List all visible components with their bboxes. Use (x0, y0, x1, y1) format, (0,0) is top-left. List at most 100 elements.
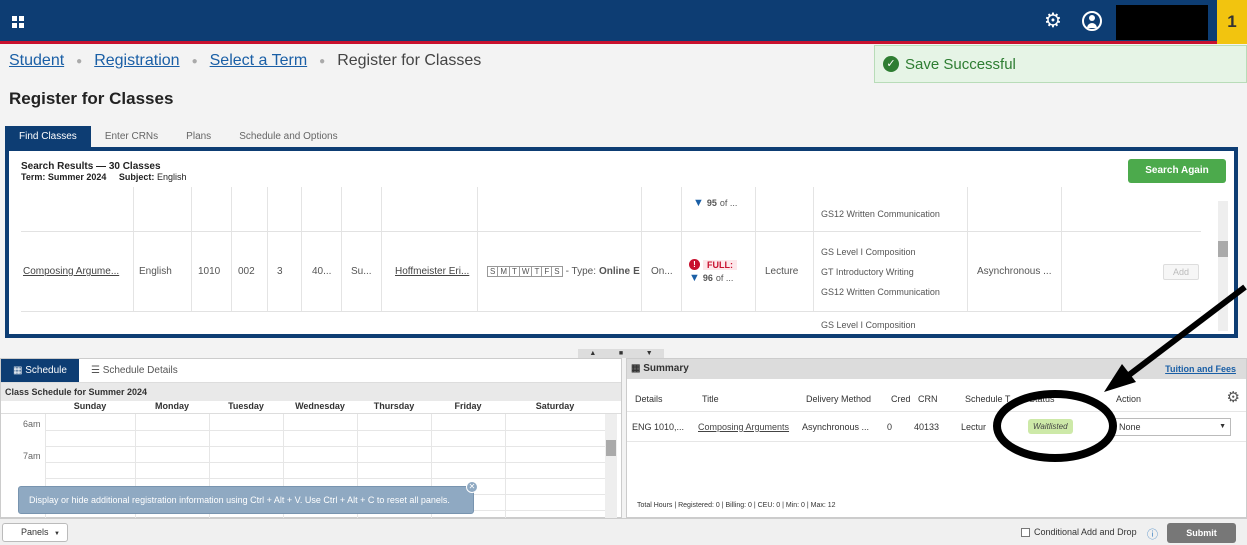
column-header: Title (702, 393, 719, 404)
total-hours: Total Hours | Registered: 0 | Billing: 0… (637, 502, 836, 509)
tooltip-text: Display or hide additional registration … (29, 495, 450, 505)
summary-title: Summary (643, 363, 689, 374)
status-badge: Waitlisted (1028, 419, 1073, 434)
attribute-text: GT Introductory Writing (821, 266, 914, 277)
arrow-up-icon[interactable]: ▲ (589, 350, 596, 357)
table-row: ENG 1010,... Composing Arguments Asynchr… (627, 412, 1246, 442)
close-icon[interactable]: ✕ (466, 481, 478, 493)
info-icon[interactable]: ⓘ (1147, 526, 1158, 542)
breadcrumb-separator: ● (76, 55, 83, 67)
waitlist-icon: ▼ (689, 272, 700, 284)
meeting-days: S M T W T F S (487, 266, 563, 277)
day-header: Thursday (373, 401, 415, 411)
check-circle-icon: ✓ (883, 56, 899, 72)
hours-cell: 3 (277, 266, 283, 277)
summary-table: Details Title Delivery Method Cred CRN S… (627, 386, 1246, 442)
column-header: Schedule T (965, 393, 1011, 404)
conditional-add-drop-checkbox[interactable]: Conditional Add and Drop (1021, 527, 1137, 537)
tab-schedule-details-label: Schedule Details (102, 365, 178, 376)
gear-icon[interactable]: ⚙ (1044, 9, 1062, 33)
chevron-down-icon: ▼ (54, 531, 60, 537)
hour-label: 6am (23, 419, 41, 429)
day-header: Saturday (535, 401, 575, 411)
type-trail: E (633, 266, 640, 277)
user-name-redacted[interactable] (1116, 5, 1208, 40)
day-box: W (518, 266, 533, 277)
summary-header: ▦ Summary (627, 359, 1246, 379)
calendar-scrollbar[interactable] (605, 414, 617, 518)
instructional-method-cell: Asynchronous ... (977, 266, 1052, 277)
instructor-link[interactable]: Hoffmeister Eri... (395, 232, 469, 311)
chevron-down-icon: ▼ (1219, 423, 1226, 430)
schedule-type-cell: Lecture (765, 266, 799, 277)
submit-button[interactable]: Submit (1167, 523, 1236, 543)
register-tabs: Find Classes Enter CRNs Plans Schedule a… (5, 126, 352, 147)
type-label: - Type: (565, 266, 596, 277)
term-value: Summer 2024 (47, 172, 107, 182)
class-title-link[interactable]: Composing Argume... (23, 232, 119, 311)
waitlist-count: 96 (702, 273, 713, 283)
summary-header-row: Details Title Delivery Method Cred CRN S… (627, 386, 1246, 412)
add-class-button[interactable]: Add (1163, 263, 1199, 280)
conditional-label: Conditional Add and Drop (1034, 527, 1137, 537)
tab-schedule-options[interactable]: Schedule and Options (225, 126, 351, 147)
breadcrumb-separator: ● (319, 55, 326, 67)
breadcrumb-registration[interactable]: Registration (94, 52, 179, 70)
breadcrumb-select-term[interactable]: Select a Term (210, 52, 308, 70)
search-results-content: Search Results — 30 Classes Term: Summer… (9, 151, 1234, 334)
keyboard-hint-tooltip: Display or hide additional registration … (18, 481, 478, 514)
delivery-cell: Asynchronous ... (802, 421, 870, 432)
tab-schedule[interactable]: ▦ Schedule (1, 359, 79, 382)
page-title: Register for Classes (9, 89, 174, 108)
scrollbar-thumb[interactable] (1218, 241, 1228, 257)
checkbox-box[interactable] (1021, 527, 1030, 537)
arrow-center-icon[interactable]: ■ (619, 350, 623, 357)
footer-bar: Panels ▼ Conditional Add and Drop ⓘ Subm… (0, 518, 1247, 545)
panels-button[interactable]: Panels ▼ (2, 523, 68, 542)
day-header: Monday (154, 401, 189, 411)
course-cell: 1010 (198, 266, 221, 277)
crn-cell: 40... (312, 266, 332, 277)
column-header: Status (1029, 393, 1055, 404)
action-selected: None (1119, 421, 1141, 432)
tuition-fees-link[interactable]: Tuition and Fees (1165, 364, 1236, 374)
results-scrollbar[interactable] (1218, 201, 1228, 331)
schedule-type-cell: Lectur (961, 421, 987, 432)
table-row: Composing Argume... English 1010 002 3 4… (21, 231, 1201, 311)
panel-splitter[interactable]: ▲ ■ ▼ (578, 349, 664, 358)
action-dropdown[interactable]: None ▼ (1114, 417, 1231, 436)
seats-of: of ... (719, 198, 738, 208)
table-row: GS Level I Composition (21, 311, 1201, 334)
tab-schedule-details[interactable]: ☰ Schedule Details (79, 359, 190, 382)
arrow-down-icon[interactable]: ▼ (646, 350, 653, 357)
day-box: S (551, 266, 563, 277)
summary-title-link[interactable]: Composing Arguments (698, 412, 789, 441)
schedule-title: Class Schedule for Summer 2024 (1, 383, 621, 401)
search-again-button[interactable]: Search Again (1128, 159, 1226, 183)
breadcrumb-student[interactable]: Student (9, 52, 64, 70)
summary-icon: ▦ (631, 363, 641, 374)
summary-panel: ▦ Summary Tuition and Fees ⚙ Details Tit… (626, 358, 1247, 518)
column-header: Cred (891, 393, 911, 404)
apps-grid-icon[interactable] (12, 16, 24, 28)
tab-find-classes[interactable]: Find Classes (5, 126, 91, 147)
save-success-toast: ✓ Save Successful (874, 45, 1247, 83)
list-icon: ☰ (90, 365, 100, 376)
day-header: Wednesday (295, 401, 345, 411)
full-status: FULL: (703, 259, 737, 270)
tab-schedule-label: Schedule (25, 365, 67, 376)
tab-enter-crns[interactable]: Enter CRNs (91, 126, 172, 147)
notification-badge[interactable]: 1 (1217, 0, 1247, 44)
alert-icon: ! (689, 259, 700, 270)
hour-label: 7am (23, 451, 41, 461)
schedule-panel: ▦ Schedule ☰ Schedule Details Class Sche… (0, 358, 622, 518)
search-results-title: Search Results — 30 Classes (21, 161, 161, 172)
user-icon[interactable] (1082, 11, 1102, 31)
meeting-times: S M T W T F S - Type: Online E (487, 232, 640, 311)
attributes-cell: GS Level I Composition GT Introductory W… (821, 232, 940, 311)
search-results-panel: Search Results — 30 Classes Term: Summer… (5, 147, 1238, 338)
schedule-tabs: ▦ Schedule ☰ Schedule Details (1, 359, 621, 383)
breadcrumb-separator: ● (191, 55, 198, 67)
tab-plans[interactable]: Plans (172, 126, 225, 147)
campus-cell: On... (651, 266, 673, 277)
